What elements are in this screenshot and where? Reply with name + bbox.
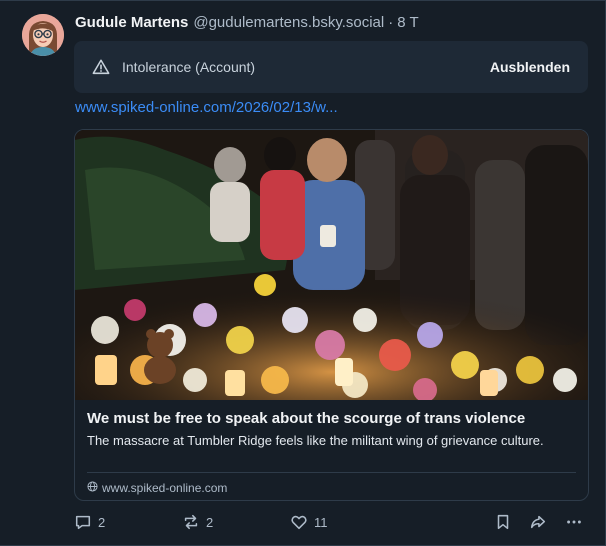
post-actions: 2 2 11 [74, 513, 589, 533]
card-description: The massacre at Tumbler Ridge feels like… [87, 433, 544, 448]
card-title: We must be free to speak about the scour… [87, 410, 526, 427]
author-handle[interactable]: @gudulemartens.bsky.social [193, 14, 384, 31]
more-icon [565, 513, 583, 531]
top-divider [0, 0, 606, 1]
like-count: 11 [314, 514, 328, 530]
repost-button[interactable]: 2 [182, 513, 213, 531]
avatar-illustration [22, 14, 64, 56]
warning-icon [92, 57, 112, 77]
like-button[interactable]: 11 [290, 513, 328, 531]
avatar[interactable] [22, 14, 64, 56]
share-icon [529, 513, 547, 531]
timestamp[interactable]: 8 T [397, 14, 418, 31]
reply-icon [74, 513, 92, 531]
post-header: Gudule Martens @gudulemartens.bsky.socia… [75, 14, 419, 36]
repost-count: 2 [206, 514, 214, 530]
reply-button[interactable]: 2 [74, 513, 105, 531]
post-link[interactable]: www.spiked-online.com/2026/02/13/w... [75, 99, 338, 116]
reply-count: 2 [98, 514, 106, 530]
card-domain: www.spiked-online.com [102, 481, 228, 495]
card-domain-row: www.spiked-online.com [87, 481, 227, 495]
more-options-button[interactable] [565, 513, 583, 531]
card-image [75, 130, 588, 400]
globe-icon [87, 481, 98, 495]
content-label-box[interactable]: Intolerance (Account) Ausblenden [74, 41, 588, 93]
card-separator [87, 472, 576, 473]
like-icon [290, 513, 308, 531]
separator-dot: · [388, 14, 394, 31]
display-name[interactable]: Gudule Martens [75, 14, 188, 31]
content-label-text: Intolerance (Account) [122, 59, 256, 75]
hide-button[interactable]: Ausblenden [490, 59, 570, 75]
share-button[interactable] [529, 513, 547, 531]
repost-icon [182, 513, 200, 531]
bookmark-icon [494, 513, 512, 531]
link-card[interactable]: We must be free to speak about the scour… [74, 129, 589, 501]
bookmark-button[interactable] [494, 513, 512, 531]
